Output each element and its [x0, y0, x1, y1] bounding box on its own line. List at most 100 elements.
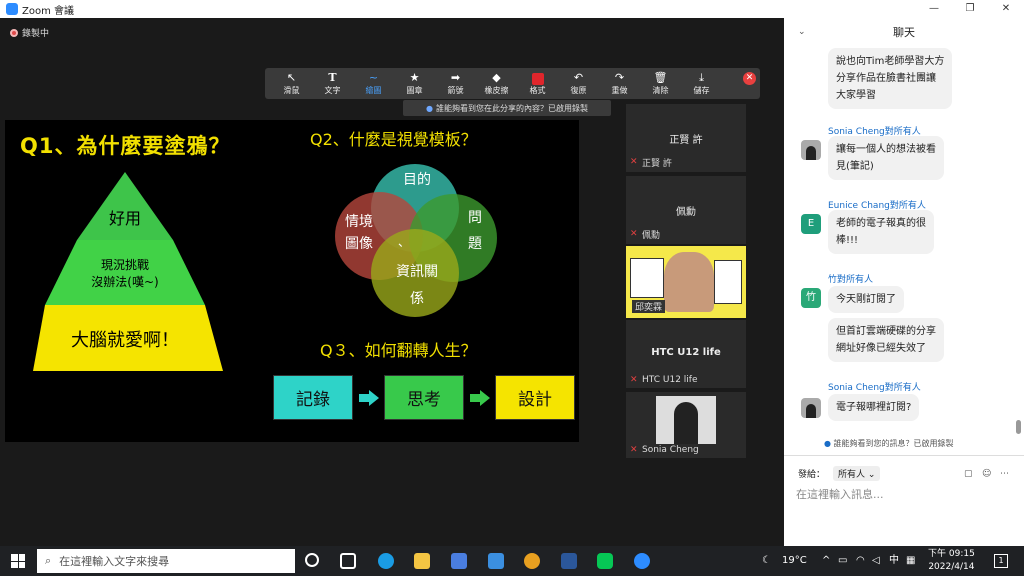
task-view-icon[interactable]: [340, 553, 356, 569]
word-icon[interactable]: [561, 553, 577, 569]
redo-icon: ↷: [614, 71, 625, 84]
recording-indicator[interactable]: 錄製中: [10, 26, 49, 39]
chat-visibility-note[interactable]: ● 誰能夠看到您的訊息？已啟用錄製: [824, 438, 954, 449]
venn-label-center: 、: [398, 235, 410, 249]
participant-tile-active[interactable]: 邱奕霖: [626, 246, 746, 318]
tool-format[interactable]: 格式: [517, 72, 558, 96]
venn-label-left2: 圖像: [345, 236, 373, 252]
venn-label-bottom2: 係: [410, 291, 424, 307]
participant-video: [656, 396, 716, 444]
arrow-right-icon: [359, 390, 379, 406]
participant-name: 正賢 許: [669, 135, 703, 146]
record-dot-icon: [10, 28, 18, 37]
notification-icon[interactable]: 1: [994, 554, 1008, 568]
slide-q3-heading: Q３、如何翻轉人生？: [320, 341, 477, 360]
tool-mouse[interactable]: ↖ 滑鼠: [271, 71, 312, 96]
share-visibility-notice[interactable]: ● 誰能夠看到您在此分享的內容？已啟用錄製: [403, 100, 611, 116]
tool-redo[interactable]: ↷ 重做: [599, 71, 640, 96]
minimize-button[interactable]: —: [916, 0, 952, 18]
participant-label: 邱奕霖: [635, 303, 663, 313]
person-silhouette: [674, 402, 698, 444]
mic-muted-icon: ✕: [630, 157, 638, 167]
chat-title: 聊天: [893, 26, 915, 39]
mail-icon[interactable]: [488, 553, 504, 569]
chevron-down-icon[interactable]: ⌄: [798, 27, 806, 37]
file-icon[interactable]: ▢: [964, 469, 973, 479]
taskbar-search[interactable]: ⌕ 在這裡輸入文字來搜尋: [37, 549, 295, 573]
participant-tile[interactable]: ✕ Sonia Cheng: [626, 392, 746, 458]
close-window-button[interactable]: ✕: [988, 0, 1024, 18]
avatar: [801, 140, 821, 160]
person-icon: ●: [824, 439, 831, 448]
tool-eraser[interactable]: ◆ 橡皮擦: [476, 71, 517, 96]
send-to-row: 發給： 所有人 ⌄ ▢ ☺ ⋯: [798, 466, 1009, 481]
tool-draw[interactable]: ~ 繪圖: [353, 71, 394, 96]
emoji-icon[interactable]: ☺: [982, 469, 991, 479]
send-to-label: 發給：: [798, 470, 826, 480]
venn-diagram: 目的 情境 圖像 問 題 資訊關 係 、: [335, 164, 497, 317]
mic-muted-icon: ✕: [630, 229, 638, 239]
tool-undo[interactable]: ↶ 復原: [558, 71, 599, 96]
chat-scrollbar[interactable]: [1016, 420, 1021, 434]
participant-label: Sonia Cheng: [642, 445, 699, 455]
windows-start-icon[interactable]: [11, 554, 25, 568]
chat-message: 電子報哪裡訂閱?: [828, 394, 920, 421]
chat-message: 說也向Tim老師學習大方 分享作品在臉書社團讓 大家學習: [828, 48, 953, 109]
pyramid-middle: [45, 240, 205, 305]
squiggle-icon: ~: [368, 71, 379, 84]
weather-icon[interactable]: ☾: [762, 546, 771, 576]
ime-indicator[interactable]: 中: [889, 546, 899, 576]
participant-tile[interactable]: 佩勳 ✕ 佩勳: [626, 176, 746, 244]
video-sticker: [714, 260, 742, 304]
chat-input[interactable]: 在這裡輸入訊息...: [796, 486, 884, 502]
tool-save[interactable]: ⤓ 儲存: [681, 71, 722, 96]
store-icon[interactable]: [451, 553, 467, 569]
venn-label-bottom1: 資訊關: [396, 264, 438, 280]
tool-clear[interactable]: 🗑 清除: [640, 71, 681, 96]
tool-stamp[interactable]: ★ 圖章: [394, 71, 435, 96]
shared-slide: Q1、為什麼要塗鴉？ Q2、什麼是視覺模板？ 好用 現況挑戰 沒辦法(嘆~) 大…: [5, 120, 579, 442]
tool-text[interactable]: T 文字: [312, 71, 353, 96]
tile-think: 思考: [384, 375, 464, 420]
tool-arrow[interactable]: ➡ 箭號: [435, 71, 476, 96]
participant-label: 佩勳: [642, 231, 661, 241]
clock[interactable]: 下午 09:15 2022/4/14: [928, 548, 975, 574]
mic-muted-icon: ✕: [630, 374, 638, 385]
cortana-icon[interactable]: [305, 553, 319, 567]
pyramid-label-mid1: 現況挑戰: [101, 257, 149, 272]
close-annotation-button[interactable]: ✕: [743, 72, 756, 85]
zoom-taskbar-icon[interactable]: [634, 553, 650, 569]
line-icon[interactable]: [597, 553, 613, 569]
send-to-dropdown[interactable]: 所有人 ⌄: [833, 466, 881, 481]
network-icon[interactable]: ▭: [838, 546, 847, 576]
tile-record: 記錄: [273, 375, 353, 420]
tray-chevron-icon[interactable]: ^: [822, 546, 830, 576]
divider: [784, 455, 1024, 456]
more-icon[interactable]: ⋯: [1000, 469, 1009, 479]
search-icon: ⌕: [45, 554, 52, 567]
pyramid-top: [77, 172, 173, 240]
window-titlebar: Zoom 會議: [0, 0, 784, 18]
avatar: E: [801, 214, 821, 234]
window-title: Zoom 會議: [22, 5, 75, 17]
chat-message: 但首訂雲端硬碟的分享 網址好像已經失效了: [828, 318, 944, 362]
maximize-button[interactable]: ❐: [952, 0, 988, 18]
keyboard-icon[interactable]: ▦: [906, 546, 915, 576]
participant-tile[interactable]: 正賢 許 ✕ 正賢 許: [626, 104, 746, 172]
chat-sender[interactable]: Sonia Cheng對所有人: [828, 380, 921, 393]
volume-icon[interactable]: ◁: [872, 546, 880, 576]
chat-sender[interactable]: 竹對所有人: [828, 272, 873, 285]
chrome-icon[interactable]: [524, 553, 540, 569]
slide-q1-heading: Q1、為什麼要塗鴉？: [20, 134, 231, 158]
weather-temp[interactable]: 19°C: [782, 546, 807, 576]
avatar: [801, 398, 821, 418]
file-explorer-icon[interactable]: [414, 553, 430, 569]
undo-icon: ↶: [573, 71, 584, 84]
participant-tile[interactable]: HTC U12 life ✕ HTC U12 life: [626, 320, 746, 388]
chat-panel: — ❐ ✕ ⌄ 聊天 說也向Tim老師學習大方 分享作品在臉書社團讓 大家學習 …: [784, 0, 1024, 546]
cursor-icon: ↖: [286, 71, 297, 84]
text-icon: T: [328, 71, 337, 84]
arrow-right-icon: [470, 390, 490, 406]
edge-icon[interactable]: [378, 553, 394, 569]
wifi-icon[interactable]: ◠: [856, 546, 865, 576]
